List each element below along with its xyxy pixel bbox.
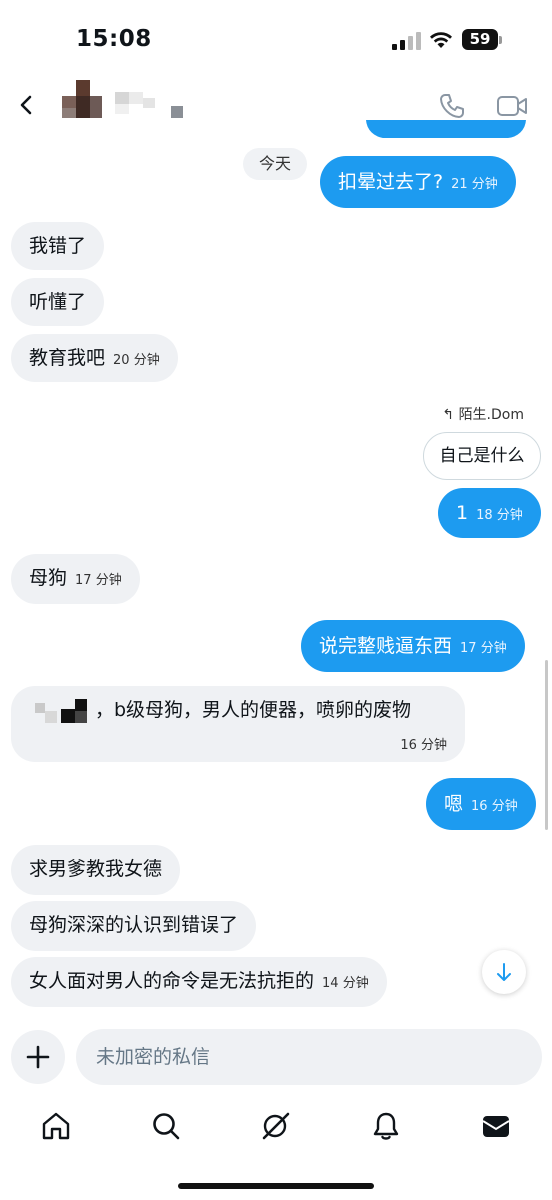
message-text: 说完整贱逼东西 [319, 635, 453, 657]
message-text: 我错了 [29, 235, 87, 257]
message-text: 求男爹教我女德 [29, 858, 163, 880]
redacted-name [35, 698, 95, 723]
message-input[interactable] [76, 1029, 542, 1085]
reply-to-label: ↰ 陌生.Dom [442, 404, 524, 424]
message-text: 1 [456, 502, 469, 524]
message-text: 扣晕过去了? [338, 171, 444, 193]
contact-name[interactable] [115, 88, 187, 118]
message-text: 听懂了 [29, 291, 87, 313]
message-bubble[interactable]: 求男爹教我女德 [11, 845, 181, 895]
status-time: 15:08 [76, 26, 152, 52]
plus-icon [26, 1045, 50, 1069]
message-composer [76, 1029, 542, 1085]
message-bubble[interactable]: 1 18 分钟 [438, 488, 541, 538]
home-icon[interactable] [40, 1110, 72, 1142]
previous-message-bubble [366, 120, 526, 140]
date-separator: 今天 [243, 148, 308, 180]
message-bubble[interactable]: 听懂了 [11, 278, 105, 326]
message-bubble[interactable]: 母狗深深的认识到错误了 [11, 901, 257, 951]
wifi-icon [430, 32, 452, 48]
message-text: 母狗 [29, 567, 68, 589]
battery-nub [499, 36, 502, 44]
message-timestamp: 16 分钟 [400, 738, 447, 753]
notifications-bell-icon[interactable] [370, 1110, 402, 1142]
message-bubble[interactable]: 女人面对男人的命令是无法抗拒的 14 分钟 [11, 957, 387, 1007]
message-timestamp: 20 分钟 [113, 353, 160, 368]
dm-conversation-screen: 15:08 59 今天 扣晕过去了? 21 分钟 我错了 听懂了 教育我吧 20… [0, 0, 552, 1200]
grok-icon[interactable] [260, 1110, 292, 1142]
message-bubble[interactable]: 我错了 [11, 222, 105, 270]
home-indicator[interactable] [178, 1183, 374, 1189]
message-bubble[interactable]: ，b级母狗，男人的便器，喷卵的废物 16 分钟 [11, 686, 465, 762]
message-bubble[interactable]: 教育我吧 20 分钟 [11, 334, 178, 382]
message-bubble[interactable]: 说完整贱逼东西 17 分钟 [301, 620, 525, 672]
status-bar: 15:08 59 [0, 0, 552, 80]
reply-arrow-icon: ↰ [442, 407, 459, 423]
message-timestamp: 14 分钟 [322, 976, 369, 991]
message-bubble[interactable]: 嗯 16 分钟 [426, 778, 536, 830]
message-timestamp: 21 分钟 [451, 177, 498, 192]
message-timestamp: 18 分钟 [476, 508, 523, 523]
message-timestamp: 17 分钟 [460, 641, 507, 656]
battery-indicator: 59 [462, 29, 498, 50]
message-timestamp: 16 分钟 [471, 799, 518, 814]
scroll-to-bottom-button[interactable] [482, 950, 526, 994]
reply-to-user: 陌生.Dom [458, 407, 524, 423]
message-text: 母狗深深的认识到错误了 [29, 914, 239, 936]
messages-envelope-icon[interactable] [480, 1110, 512, 1142]
message-text: 教育我吧 [29, 347, 106, 369]
back-arrow-icon[interactable] [14, 92, 40, 118]
avatar[interactable] [62, 80, 102, 120]
scrollbar[interactable] [545, 660, 548, 830]
add-media-button[interactable] [11, 1030, 65, 1084]
message-text: ，b级母狗，男人的便器，喷卵的废物 [95, 699, 412, 721]
message-bubble[interactable]: 扣晕过去了? 21 分钟 [320, 156, 516, 208]
message-text: 嗯 [444, 793, 464, 815]
phone-icon[interactable] [438, 92, 466, 120]
bottom-tab-bar [0, 1100, 552, 1160]
quoted-message[interactable]: 自己是什么 [423, 432, 541, 480]
cellular-signal-icon [392, 32, 422, 50]
message-text: 女人面对男人的命令是无法抗拒的 [29, 970, 315, 992]
message-bubble[interactable]: 母狗 17 分钟 [11, 554, 140, 604]
message-timestamp: 17 分钟 [75, 573, 122, 588]
search-icon[interactable] [150, 1110, 182, 1142]
video-camera-icon[interactable] [496, 94, 528, 118]
arrow-down-icon [497, 963, 511, 981]
